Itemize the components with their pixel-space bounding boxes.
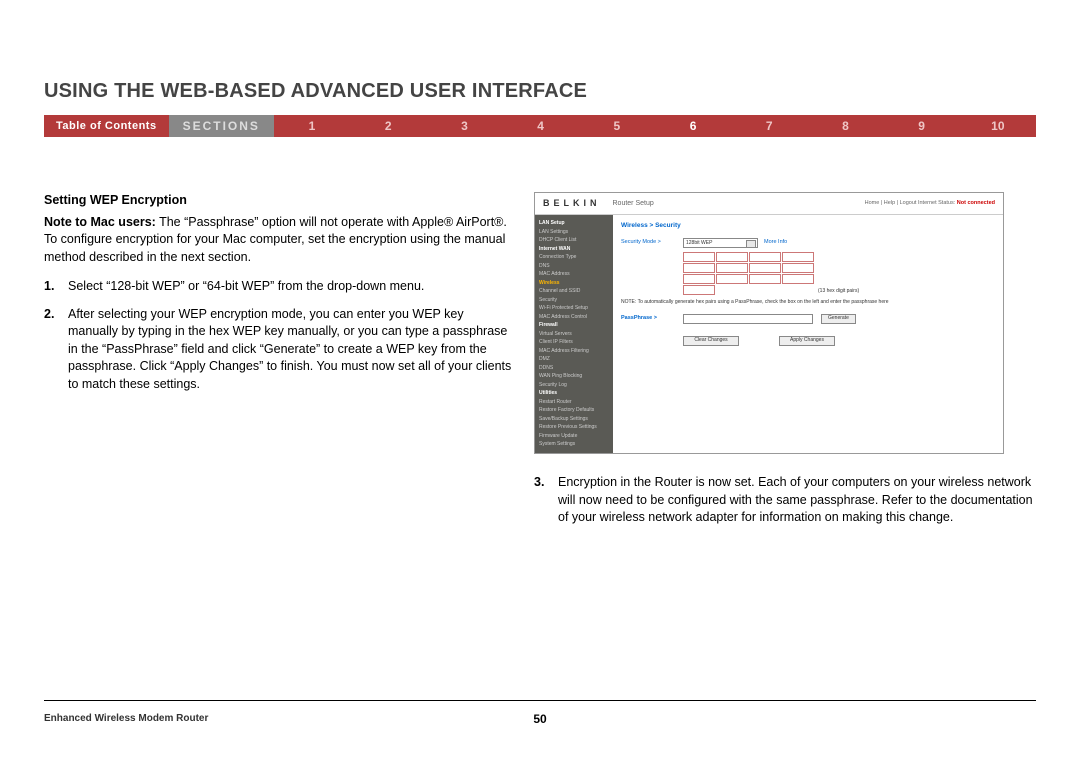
step-text: After selecting your WEP encryption mode… [68,306,514,394]
section-nav: Table of Contents SECTIONS 1 2 3 4 5 6 7… [44,115,1036,137]
sidebar-head: Firewall [539,321,609,330]
section-link-4[interactable]: 4 [503,115,579,137]
sidebar-item[interactable]: Save/Backup Settings [539,415,609,424]
ss-header: BELKIN Router Setup Home | Help | Logout… [535,193,1003,215]
header-links: Home | Help | Logout Internet Status: No… [865,200,995,208]
step-num: 2. [44,306,68,394]
security-mode-select[interactable]: 128bit WEP [683,238,758,248]
wep-key-cell[interactable] [683,285,715,295]
ss-sidebar: LAN Setup LAN Settings DHCP Client List … [535,215,613,453]
sidebar-item[interactable]: DNS [539,262,609,271]
mac-note: Note to Mac users: The “Passphrase” opti… [44,214,514,267]
sidebar-item[interactable]: MAC Address Control [539,313,609,322]
sidebar-item[interactable]: Client IP Filters [539,338,609,347]
sidebar-item[interactable]: Security [539,296,609,305]
wep-key-cell[interactable] [749,274,781,284]
sidebar-item[interactable]: Security Log [539,381,609,390]
sidebar-item[interactable]: DHCP Client List [539,236,609,245]
sidebar-item[interactable]: Connection Type [539,253,609,262]
breadcrumb: Wireless > Security [621,221,995,230]
wep-key-cell[interactable] [683,263,715,273]
router-screenshot: BELKIN Router Setup Home | Help | Logout… [534,192,1004,454]
toc-link[interactable]: Table of Contents [44,115,169,137]
wep-key-cell[interactable] [782,274,814,284]
sidebar-item[interactable]: DMZ [539,355,609,364]
clear-changes-button[interactable]: Clear Changes [683,336,739,346]
section-link-1[interactable]: 1 [274,115,350,137]
sidebar-item[interactable]: Wi-Fi Protected Setup [539,304,609,313]
step-text: Select “128-bit WEP” or “64-bit WEP” fro… [68,278,514,296]
section-link-2[interactable]: 2 [350,115,426,137]
page-title: USING THE WEB-BASED ADVANCED USER INTERF… [44,80,1036,103]
section-link-7[interactable]: 7 [731,115,807,137]
brand-logo: BELKIN [543,197,601,210]
step-num: 1. [44,278,68,296]
generate-button[interactable]: Generate [821,314,856,324]
sidebar-item[interactable]: Restart Router [539,398,609,407]
note-label: Note to Mac users: [44,215,156,229]
router-setup-label: Router Setup [613,199,654,209]
sidebar-item[interactable]: System Settings [539,440,609,449]
sidebar-item[interactable]: Restore Factory Defaults [539,406,609,415]
sidebar-item[interactable]: Restore Previous Settings [539,423,609,432]
sections-label: SECTIONS [169,115,274,137]
wep-key-cell[interactable] [716,252,748,262]
sidebar-item[interactable]: Channel and SSID [539,287,609,296]
step-2: 2. After selecting your WEP encryption m… [44,306,514,394]
step-num: 3. [534,474,558,527]
apply-changes-button[interactable]: Apply Changes [779,336,835,346]
wep-key-grid [683,252,814,295]
left-column: Setting WEP Encryption Note to Mac users… [44,192,514,537]
passphrase-input[interactable] [683,314,813,324]
step-3: 3. Encryption in the Router is now set. … [534,474,1036,527]
step-1: 1. Select “128-bit WEP” or “64-bit WEP” … [44,278,514,296]
sidebar-item[interactable]: Virtual Servers [539,330,609,339]
header-links-text[interactable]: Home | Help | Logout Internet Status: [865,200,956,206]
page-footer: Enhanced Wireless Modem Router 50 [44,713,1036,724]
sidebar-head: LAN Setup [539,219,609,228]
sidebar-item[interactable]: Firmware Update [539,432,609,441]
passphrase-label: PassPhrase > [621,315,683,323]
wep-key-cell[interactable] [749,252,781,262]
security-mode-label: Security Mode > [621,239,683,247]
sidebar-head: Utilities [539,389,609,398]
passphrase-note: NOTE: To automatically generate hex pair… [621,299,995,306]
wep-key-cell[interactable] [683,274,715,284]
sidebar-head: Internet WAN [539,245,609,254]
internet-status: Not connected [957,200,995,206]
more-info-link[interactable]: More Info [764,239,787,247]
sidebar-item[interactable]: WAN Ping Blocking [539,372,609,381]
section-link-8[interactable]: 8 [807,115,883,137]
section-link-3[interactable]: 3 [426,115,502,137]
sidebar-head-active: Wireless [539,279,609,288]
footer-divider [44,700,1036,701]
subheading: Setting WEP Encryption [44,192,514,210]
sidebar-item[interactable]: MAC Address [539,270,609,279]
ss-main: Wireless > Security Security Mode > 128b… [613,215,1003,453]
section-link-9[interactable]: 9 [884,115,960,137]
section-link-6[interactable]: 6 [655,115,731,137]
section-link-5[interactable]: 5 [579,115,655,137]
page-number: 50 [533,712,546,726]
wep-key-cell[interactable] [782,263,814,273]
footer-product: Enhanced Wireless Modem Router [44,713,208,724]
hex-note: (13 hex digit pairs) [818,288,859,295]
right-column: BELKIN Router Setup Home | Help | Logout… [534,192,1036,537]
sidebar-item[interactable]: MAC Address Filtering [539,347,609,356]
wep-key-cell[interactable] [782,252,814,262]
wep-key-cell[interactable] [716,263,748,273]
section-numbers: 1 2 3 4 5 6 7 8 9 10 [274,115,1036,137]
section-link-10[interactable]: 10 [960,115,1036,137]
step-text: Encryption in the Router is now set. Eac… [558,474,1036,527]
wep-key-cell[interactable] [683,252,715,262]
wep-key-cell[interactable] [749,263,781,273]
sidebar-item[interactable]: DDNS [539,364,609,373]
wep-key-cell[interactable] [716,274,748,284]
sidebar-item[interactable]: LAN Settings [539,228,609,237]
